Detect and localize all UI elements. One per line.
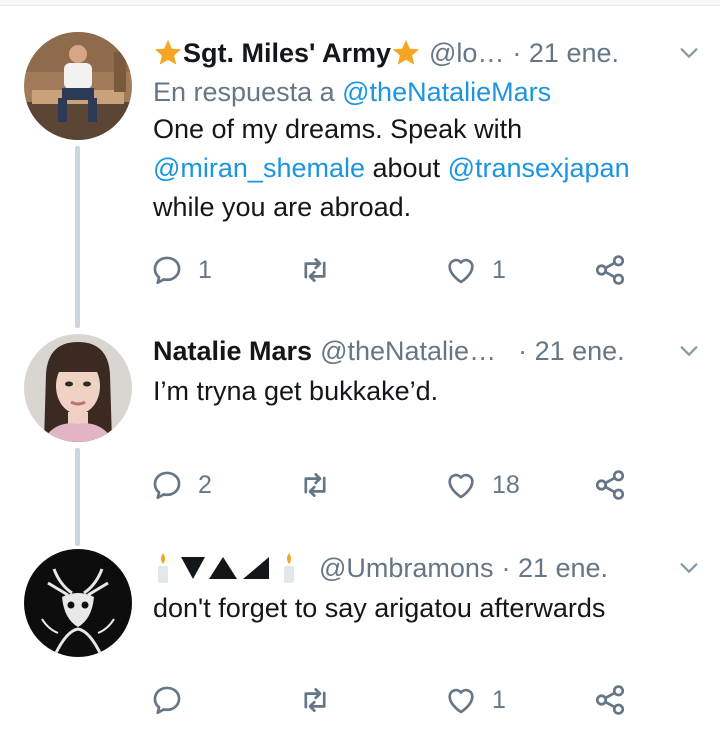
reply-prefix: En respuesta a	[153, 77, 335, 107]
retweet-button[interactable]	[298, 465, 346, 505]
reply-icon	[153, 686, 181, 715]
like-count: 1	[492, 685, 506, 714]
retweet-icon	[304, 473, 326, 497]
reply-count: 1	[198, 255, 212, 284]
like-button[interactable]: 1	[444, 680, 506, 720]
tweet-actions: 1	[150, 680, 650, 720]
avatar[interactable]	[24, 334, 132, 442]
tweet-text-segment: while you are abroad.	[153, 192, 412, 222]
avatar[interactable]	[24, 549, 132, 657]
user-handle[interactable]: @Umbramons	[319, 552, 493, 584]
tweet-header: Natalie Mars @theNatalie… · 21 ene.	[153, 330, 704, 372]
reply-button[interactable]	[150, 680, 198, 720]
reply-handle-link[interactable]: @theNatalieMars	[342, 77, 551, 107]
share-button[interactable]	[593, 465, 627, 505]
tweet-actions: 2 18	[150, 465, 650, 505]
star-icon	[392, 39, 420, 65]
tweet[interactable]: Natalie Mars @theNatalie… · 21 ene. I’m …	[0, 330, 720, 540]
display-name[interactable]: Sgt. Miles' Army	[183, 37, 391, 69]
like-button[interactable]: 1	[444, 250, 506, 290]
reply-icon	[153, 471, 181, 500]
retweet-button[interactable]	[298, 680, 346, 720]
like-count: 18	[492, 470, 520, 499]
display-name[interactable]	[153, 551, 305, 585]
tweet-text-segment: One of my dreams. Speak with	[153, 114, 523, 144]
triangle-glyphs	[181, 557, 269, 579]
share-icon	[595, 470, 625, 500]
timestamp[interactable]: · 21 ene.	[518, 335, 625, 367]
avatar[interactable]	[24, 32, 132, 140]
top-divider	[0, 0, 720, 6]
tweet-header: Sgt. Miles' Army @lo… · 21 ene.	[153, 32, 704, 74]
tweet-text: One of my dreams. Speak with @miran_shem…	[153, 110, 704, 227]
tweet[interactable]: @Umbramons · 21 ene. don't forget to say…	[0, 545, 720, 740]
like-icon	[448, 473, 474, 499]
tweet-header: @Umbramons · 21 ene.	[153, 547, 704, 589]
reply-button[interactable]: 2	[150, 465, 212, 505]
tweet[interactable]: Sgt. Miles' Army @lo… · 21 ene. En respu…	[0, 18, 720, 338]
like-button[interactable]: 18	[444, 465, 520, 505]
tweet-text-segment: about	[365, 153, 448, 183]
candle-icon	[158, 553, 168, 583]
user-handle[interactable]: @theNatalie…	[320, 335, 496, 367]
share-button[interactable]	[593, 680, 627, 720]
mention-link[interactable]: @miran_shemale	[153, 153, 365, 183]
candle-icon	[284, 553, 294, 583]
like-icon	[448, 258, 474, 284]
mention-link[interactable]: @transexjapan	[448, 153, 630, 183]
user-handle[interactable]: @lo…	[429, 37, 504, 69]
share-icon	[595, 685, 625, 715]
tweet-text: I’m tryna get bukkake’d.	[153, 376, 439, 406]
reply-context: En respuesta a @theNatalieMars	[153, 74, 704, 110]
star-icon	[154, 39, 182, 65]
share-button[interactable]	[593, 250, 627, 290]
reply-count: 2	[198, 470, 212, 499]
tweet-text: don't forget to say arigatou afterwards	[153, 593, 606, 623]
tweet-actions: 1 1	[150, 250, 650, 290]
reply-icon	[153, 256, 181, 285]
share-icon	[595, 255, 625, 285]
timestamp[interactable]: · 21 ene.	[512, 37, 619, 69]
reply-button[interactable]: 1	[150, 250, 212, 290]
like-count: 1	[492, 255, 506, 284]
timestamp[interactable]: · 21 ene.	[501, 552, 608, 584]
retweet-button[interactable]	[298, 250, 346, 290]
display-name[interactable]: Natalie Mars	[153, 335, 312, 367]
like-icon	[448, 688, 474, 714]
retweet-icon	[304, 258, 326, 282]
retweet-icon	[304, 688, 326, 712]
